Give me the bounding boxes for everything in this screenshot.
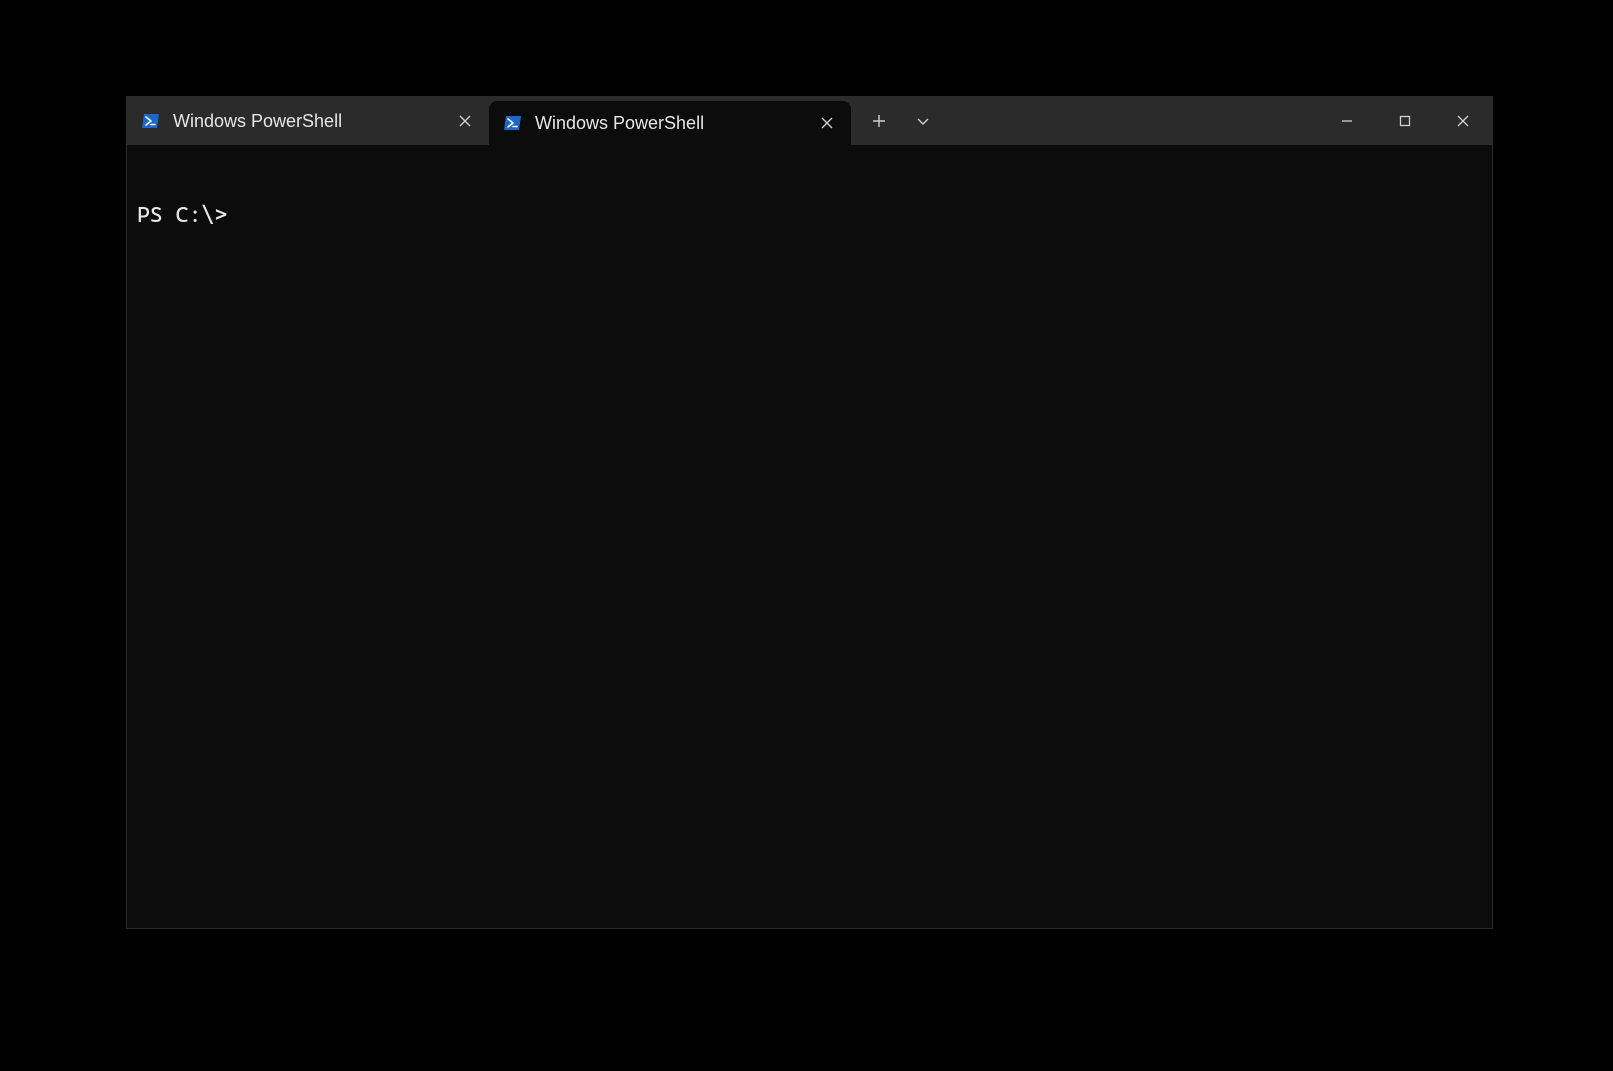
tab-powershell-1[interactable]: Windows PowerShell [127,97,489,145]
tab-close-button[interactable] [813,109,841,137]
powershell-icon [141,111,161,131]
powershell-icon [503,113,523,133]
prompt-line: PS C:\> [137,203,1482,228]
tab-title: Windows PowerShell [173,111,439,132]
tab-dropdown-button[interactable] [903,101,943,141]
tab-title: Windows PowerShell [535,113,801,134]
window-controls [1318,97,1492,145]
minimize-button[interactable] [1318,97,1376,145]
tab-actions [851,97,943,145]
prompt-text: PS C:\> [137,203,227,228]
terminal-body[interactable]: PS C:\> [127,145,1492,928]
tabs-area: Windows PowerShell Windows PowerShell [127,97,943,145]
tab-close-button[interactable] [451,107,479,135]
new-tab-button[interactable] [859,101,899,141]
terminal-window: Windows PowerShell Windows PowerShell [126,96,1493,929]
titlebar[interactable]: Windows PowerShell Windows PowerShell [127,97,1492,145]
tab-powershell-2[interactable]: Windows PowerShell [489,101,851,145]
maximize-button[interactable] [1376,97,1434,145]
close-window-button[interactable] [1434,97,1492,145]
